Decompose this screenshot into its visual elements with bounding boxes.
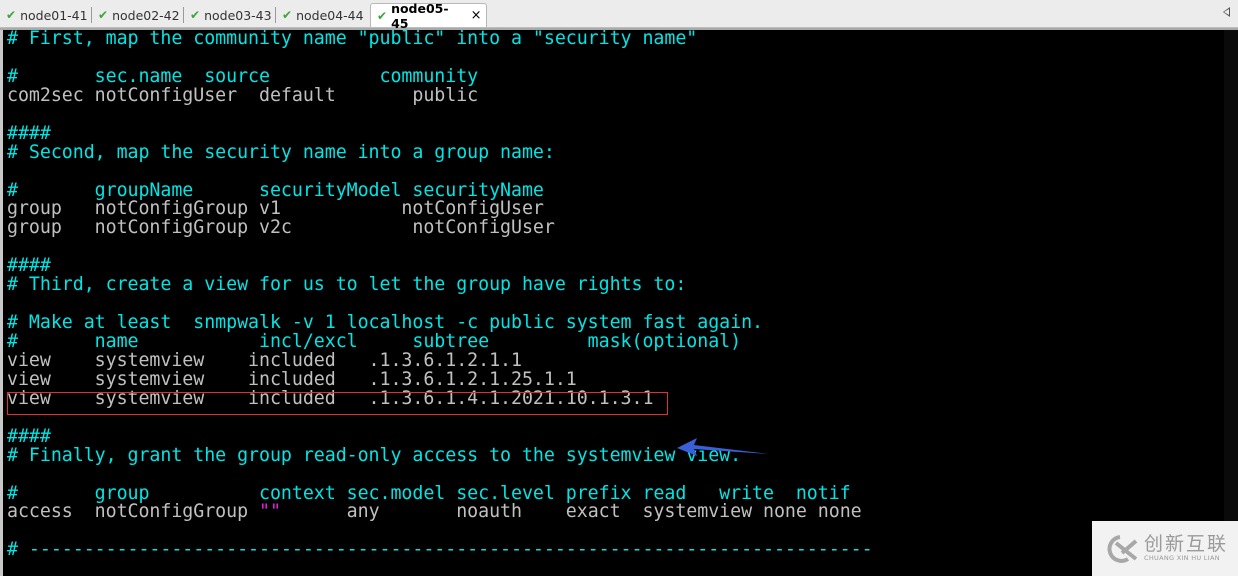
watermark-en: CHUANG XIN HU LIAN <box>1144 554 1220 562</box>
close-tab-icon[interactable]: × <box>471 8 482 23</box>
config-text: com2sec notConfigUser default public <box>7 84 479 106</box>
check-icon: ✔ <box>6 8 17 22</box>
comment-text: # name incl/excl subtree mask(optional) <box>7 331 742 352</box>
comment-text: # group context sec.model sec.level pref… <box>7 482 851 504</box>
comment-text: # sec.name source community <box>7 65 479 87</box>
comment-text: # Make at least snmpwalk -v 1 localhost … <box>7 312 763 334</box>
terminal-output[interactable]: # First, map the community name "public"… <box>0 28 1224 576</box>
comment-text: #### <box>7 122 51 144</box>
watermark: 创新互联 CHUANG XIN HU LIAN <box>1092 521 1238 576</box>
comment-text: # Third, create a view for us to let the… <box>7 274 687 296</box>
comment-text: # First, map the community name "public"… <box>7 28 698 49</box>
config-text: view systemview included .1.3.6.1.2.1.25… <box>7 368 577 390</box>
string-literal: "" <box>259 501 281 523</box>
terminal-lines: # First, map the community name "public"… <box>7 28 873 561</box>
comment-text: # groupName securityModel securityName <box>7 179 544 201</box>
tab-node02-42[interactable]: ✔ node02-42 <box>98 4 184 26</box>
check-icon: ✔ <box>282 8 293 22</box>
config-text: group notConfigGroup v2c notConfigUser <box>7 217 555 239</box>
comment-text: #### <box>7 255 51 277</box>
tab-node01-41[interactable]: ✔ node01-41 <box>6 4 92 26</box>
terminal-line: # First, map the community name "public"… <box>7 28 873 49</box>
vertical-scrollbar[interactable] <box>1224 30 1238 576</box>
config-text: access notConfigGroup <box>7 501 259 523</box>
tab-label: node05-45 <box>391 0 449 31</box>
session-tab-bar: ✔ node01-41 ✔ node02-42 ✔ node03-43 ✔ no… <box>0 0 1238 31</box>
comment-text: # Second, map the security name into a g… <box>7 141 555 163</box>
tab-label: node01-41 <box>20 7 88 23</box>
terminal-line: # Second, map the security name into a g… <box>7 141 873 163</box>
comment-text: #### <box>7 425 51 447</box>
tab-label: node03-43 <box>204 7 272 23</box>
tab-label: node04-44 <box>296 7 364 23</box>
annotation-arrow-icon <box>677 438 769 456</box>
comment-text: # Finally, grant the group read-only acc… <box>7 444 742 466</box>
check-icon: ✔ <box>98 8 109 22</box>
tab-node05-45[interactable]: ✔ node05-45 × <box>370 1 487 31</box>
terminal-line: group notConfigGroup v2c notConfigUser <box>7 217 873 239</box>
config-text: any noauth exact systemview none none <box>280 501 862 523</box>
terminal-line: access notConfigGroup "" any noauth exac… <box>7 501 873 523</box>
tab-node04-44[interactable]: ✔ node04-44 <box>282 4 364 26</box>
tab-node03-43[interactable]: ✔ node03-43 <box>190 4 276 26</box>
highlight-box <box>7 392 668 415</box>
brand-logo-icon <box>1107 534 1138 563</box>
terminal-line: # --------------------------------------… <box>7 539 873 561</box>
comment-text: # --------------------------------------… <box>7 539 873 561</box>
check-icon: ✔ <box>190 8 201 22</box>
terminal-line: com2sec notConfigUser default public <box>7 84 873 106</box>
watermark-cn: 创新互联 <box>1144 533 1229 555</box>
terminal-line: # Third, create a view for us to let the… <box>7 274 873 296</box>
tab-label: node02-42 <box>112 7 180 23</box>
config-text: view systemview included .1.3.6.1.2.1.1 <box>7 349 522 371</box>
tab-scroll-left-icon[interactable] <box>1223 7 1230 17</box>
check-icon: ✔ <box>377 8 388 23</box>
config-text: group notConfigGroup v1 notConfigUser <box>7 198 544 220</box>
